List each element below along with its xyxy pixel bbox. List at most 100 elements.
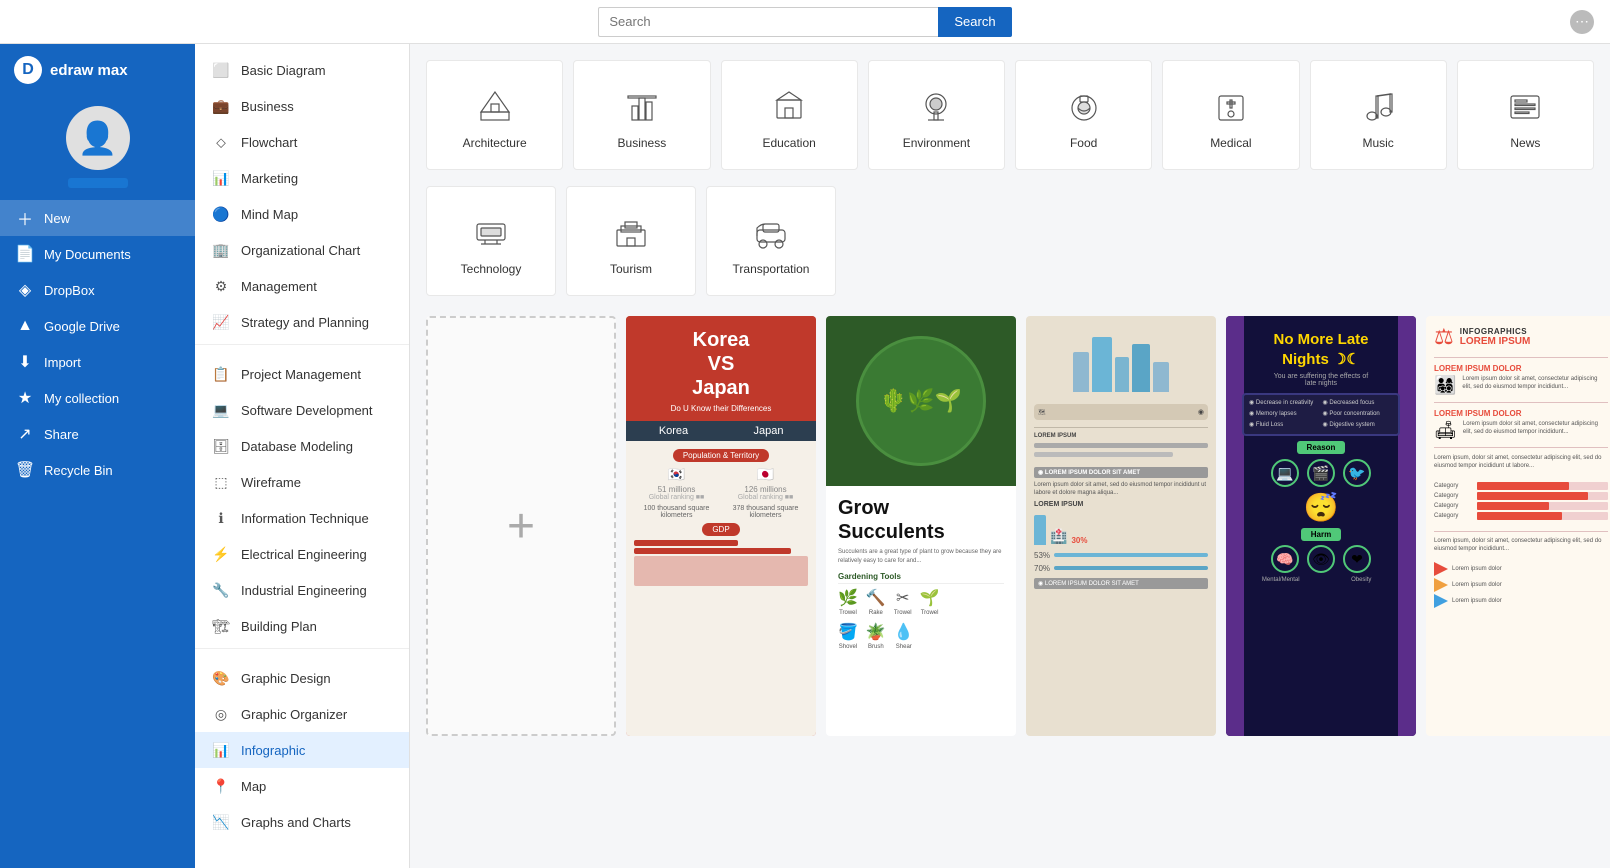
sidebar-item-label: My Documents [44,247,131,262]
sidebar-item-label: Recycle Bin [44,463,113,478]
template-gallery: + KoreaVSJapan Do U Know their Differenc… [426,316,1594,736]
menu-item-graphic-design[interactable]: 🎨 Graphic Design [195,660,409,696]
sidebar-item-label: Google Drive [44,319,120,334]
category-grid-row2: Technology Tourism Transportation [426,186,1594,296]
category-music[interactable]: Music [1310,60,1447,170]
template-lorem-infographic[interactable]: ⚖ INFOGRAPHICS LOREM IPSUM LOREM IPSUM D… [1426,316,1610,736]
category-label: Business [618,136,667,150]
marketing-icon: 📊 [211,168,231,188]
graphic-organizer-icon: ◎ [211,704,231,724]
menu-item-electrical[interactable]: ⚡ Electrical Engineering [195,536,409,572]
flowchart-icon: ⬦ [211,132,231,152]
org-chart-icon: 🏢 [211,240,231,260]
sidebar-item-import[interactable]: ⬇ Import [0,344,195,380]
menu-item-wireframe[interactable]: ⬚ Wireframe [195,464,409,500]
category-food[interactable]: Food [1015,60,1152,170]
menu-item-label: Wireframe [241,475,301,490]
industrial-icon: 🔧 [211,580,231,600]
strategy-icon: 📈 [211,312,231,332]
category-business[interactable]: Business [573,60,710,170]
menu-item-project-management[interactable]: 📋 Project Management [195,356,409,392]
category-label: Music [1362,136,1393,150]
user-profile-icon[interactable]: ⋯ [1570,10,1594,34]
sidebar-item-my-collection[interactable]: ★ My collection [0,380,195,416]
menu-item-database[interactable]: 🗄 Database Modeling [195,428,409,464]
sidebar-item-label: Share [44,427,79,442]
sidebar-item-new[interactable]: ＋ New [0,200,195,236]
menu-item-strategy[interactable]: 📈 Strategy and Planning [195,304,409,340]
graphs-charts-icon: 📉 [211,812,231,832]
category-label: Environment [903,136,970,150]
mind-map-icon: 🔵 [211,204,231,224]
category-transportation[interactable]: Transportation [706,186,836,296]
sidebar-item-label: My collection [44,391,119,406]
menu-item-label: Flowchart [241,135,297,150]
menu-item-graphs-charts[interactable]: 📉 Graphs and Charts [195,804,409,840]
new-template-card[interactable]: + [426,316,616,736]
category-medical[interactable]: Medical [1162,60,1299,170]
menu-item-label: Map [241,779,266,794]
menu-item-org-chart[interactable]: 🏢 Organizational Chart [195,232,409,268]
info-technique-icon: ℹ [211,508,231,528]
dropbox-icon: ◈ [16,281,34,299]
wireframe-icon: ⬚ [211,472,231,492]
collection-icon: ★ [16,389,34,407]
menu-item-marketing[interactable]: 📊 Marketing [195,160,409,196]
plus-icon: + [507,499,535,554]
google-drive-icon: ▲ [16,317,34,335]
sidebar-item-dropbox[interactable]: ◈ DropBox [0,272,195,308]
template-city[interactable]: 🗺 ◉ LOREM IPSUM ◉ LOREM IPSUM DOLOR SIT … [1026,316,1216,736]
infographic-icon: 📊 [211,740,231,760]
template-succulents[interactable]: 🌵🌿🌱 GrowSucculents Succulents are a grea… [826,316,1016,736]
new-icon: ＋ [16,209,34,227]
category-label: Medical [1210,136,1251,150]
menu-item-label: Management [241,279,317,294]
search-input[interactable] [598,7,938,37]
menu-item-flowchart[interactable]: ⬦ Flowchart [195,124,409,160]
category-label: Education [762,136,815,150]
menu-item-label: Infographic [241,743,305,758]
menu-item-label: Strategy and Planning [241,315,369,330]
user-bar [68,178,128,188]
menu-item-infographic[interactable]: 📊 Infographic [195,732,409,768]
menu-item-industrial[interactable]: 🔧 Industrial Engineering [195,572,409,608]
category-label: Food [1070,136,1097,150]
menu-item-map[interactable]: 📍 Map [195,768,409,804]
environment-icon [914,84,958,128]
category-news[interactable]: News [1457,60,1594,170]
menu-item-mind-map[interactable]: 🔵 Mind Map [195,196,409,232]
menu-item-graphic-organizer[interactable]: ◎ Graphic Organizer [195,696,409,732]
sidebar-brand: D edraw max [0,44,195,96]
graphic-design-icon: 🎨 [211,668,231,688]
map-icon: 📍 [211,776,231,796]
menu-item-info-technique[interactable]: ℹ Information Technique [195,500,409,536]
share-icon: ↗ [16,425,34,443]
sidebar-item-my-documents[interactable]: 📄 My Documents [0,236,195,272]
category-tourism[interactable]: Tourism [566,186,696,296]
category-architecture[interactable]: Architecture [426,60,563,170]
template-late-nights[interactable]: No More LateNights ☽☾ You are suffering … [1226,316,1416,736]
menu-item-label: Industrial Engineering [241,583,367,598]
sidebar-item-share[interactable]: ↗ Share [0,416,195,452]
content-area: ⬜ Basic Diagram 💼 Business ⬦ Flowchart 📊… [195,44,1610,868]
menu-item-software-dev[interactable]: 💻 Software Development [195,392,409,428]
category-label: News [1510,136,1540,150]
menu-item-building-plan[interactable]: 🏗 Building Plan [195,608,409,644]
sidebar-item-recycle-bin[interactable]: 🗑 Recycle Bin [0,452,195,488]
music-icon [1356,84,1400,128]
template-korea-japan[interactable]: KoreaVSJapan Do U Know their Differences… [626,316,816,736]
sidebar-item-google-drive[interactable]: ▲ Google Drive [0,308,195,344]
sidebar-item-label: Import [44,355,81,370]
menu-item-label: Database Modeling [241,439,353,454]
project-management-icon: 📋 [211,364,231,384]
category-technology[interactable]: Technology [426,186,556,296]
search-button[interactable]: Search [938,7,1011,37]
menu-item-business[interactable]: 💼 Business [195,88,409,124]
category-education[interactable]: Education [721,60,858,170]
menu-item-basic-diagram[interactable]: ⬜ Basic Diagram [195,52,409,88]
category-label: Architecture [463,136,527,150]
menu-item-management[interactable]: ⚙ Management [195,268,409,304]
recycle-bin-icon: 🗑 [16,461,34,479]
category-environment[interactable]: Environment [868,60,1005,170]
menu-item-label: Building Plan [241,619,317,634]
